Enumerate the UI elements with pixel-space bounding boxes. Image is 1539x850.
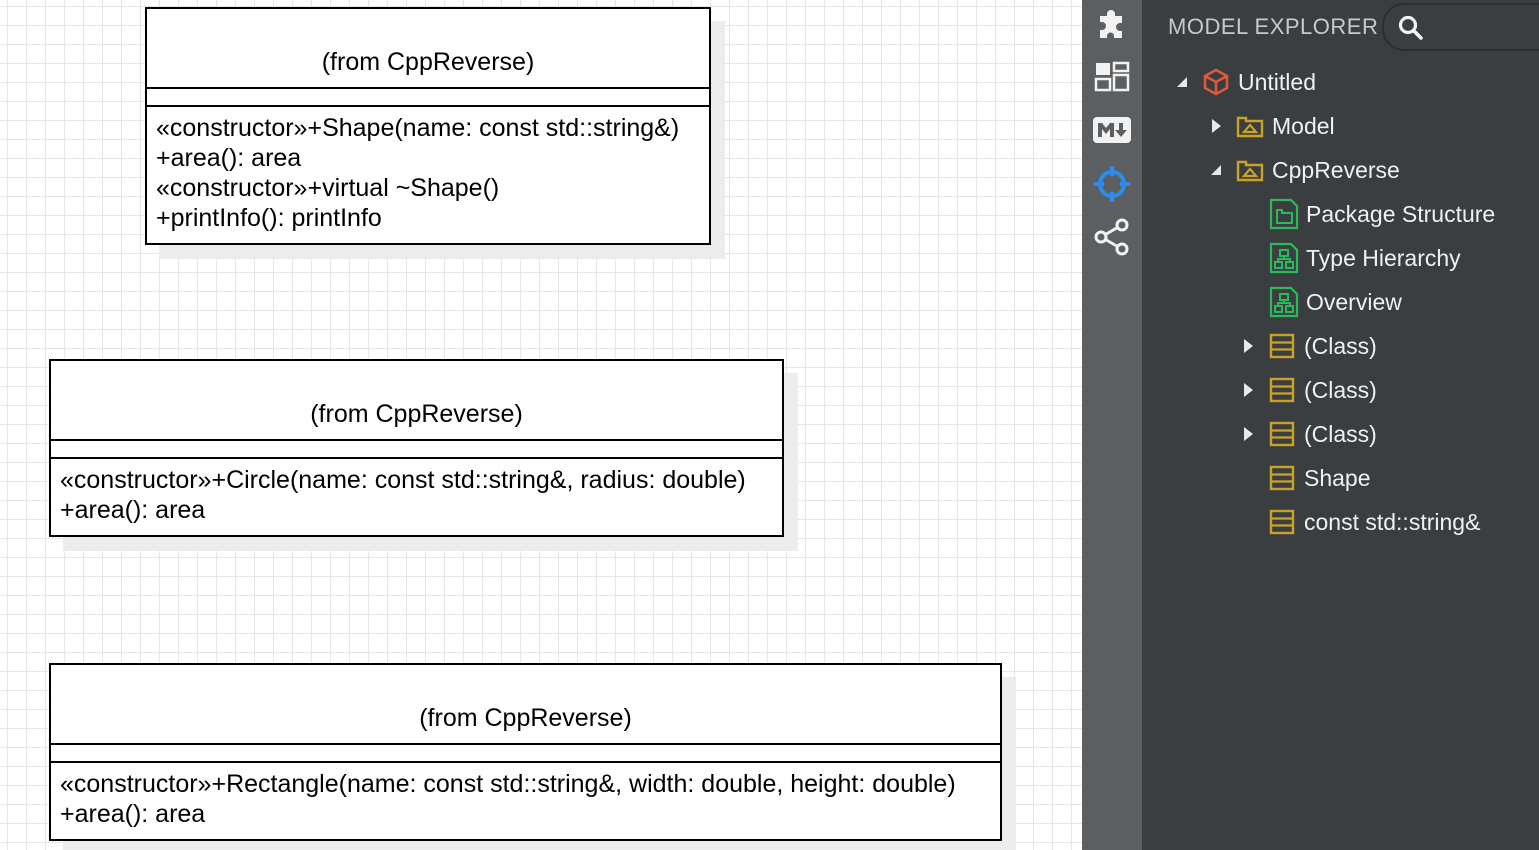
tree-item-type-hierarchy[interactable]: Type Hierarchy	[1268, 238, 1461, 278]
tree-item-label: Overview	[1306, 288, 1402, 315]
class-from-label: (from CppReverse)	[321, 48, 535, 76]
tree-item-label: Untitled	[1238, 68, 1316, 95]
panel-title: MODEL EXPLORER	[1168, 14, 1379, 39]
class-icon	[1266, 418, 1298, 450]
project-cube-icon	[1200, 66, 1232, 98]
tree-item-package-structure[interactable]: Package Structure	[1268, 194, 1495, 234]
class-from-label: (from CppReverse)	[310, 400, 523, 428]
attributes-compartment	[51, 745, 1000, 763]
operation[interactable]: +area(): area	[156, 143, 700, 173]
tree-item-label: Shape	[1304, 464, 1371, 491]
tree-item-class[interactable]: (Class)	[1236, 326, 1377, 366]
extensions-button[interactable]	[1092, 2, 1132, 42]
working-diagrams-button[interactable]	[1092, 57, 1132, 97]
tree-item-class[interactable]: (Class)	[1236, 414, 1377, 454]
operations-compartment: «constructor»+Circle(name: const std::st…	[51, 459, 782, 531]
puzzle-icon	[1100, 10, 1122, 38]
tree-item-label: (Class)	[1304, 376, 1377, 403]
class-name-compartment: (from CppReverse)	[147, 9, 709, 89]
tree-item-label: Package Structure	[1306, 200, 1496, 227]
collapsed-triangle-icon[interactable]	[1236, 378, 1260, 402]
tree-item-label: Type Hierarchy	[1306, 244, 1461, 271]
operation[interactable]: «constructor»+Circle(name: const std::st…	[60, 465, 773, 495]
tree-item-class[interactable]: (Class)	[1236, 370, 1377, 410]
tree-item-cppreverse[interactable]: CppReverse	[1204, 150, 1400, 190]
operation[interactable]: «constructor»+Rectangle(name: const std:…	[60, 769, 991, 799]
class-box-shape[interactable]: (from CppReverse) «constructor»+Shape(na…	[145, 7, 711, 245]
package-diagram-icon	[1268, 198, 1300, 230]
collapsed-triangle-icon[interactable]	[1236, 334, 1260, 358]
operation[interactable]: «constructor»+Shape(name: const std::str…	[156, 113, 700, 143]
activity-bar	[1082, 0, 1142, 850]
class-icon	[1266, 462, 1298, 494]
tree-item-overview[interactable]: Overview	[1268, 282, 1402, 322]
collapsed-triangle-icon[interactable]	[1236, 422, 1260, 446]
class-from-label: (from CppReverse)	[419, 704, 632, 732]
share-button[interactable]	[1092, 217, 1132, 257]
tree-item-label: (Class)	[1304, 332, 1377, 359]
dashboard-icon	[1094, 61, 1130, 92]
crosshair-icon	[1094, 166, 1130, 202]
attributes-compartment	[147, 89, 709, 107]
class-box-circle[interactable]: (from CppReverse) «constructor»+Circle(n…	[49, 359, 784, 537]
operation[interactable]: +area(): area	[60, 799, 991, 829]
tree-item-label: Model	[1272, 112, 1335, 139]
class-icon	[1266, 506, 1298, 538]
tree-item-const-std-string[interactable]: const std::string&	[1266, 502, 1480, 542]
attributes-compartment	[51, 441, 782, 459]
search-icon	[1398, 15, 1423, 40]
navigator-button[interactable]	[1092, 164, 1132, 204]
explorer-search-button[interactable]	[1382, 3, 1539, 51]
collapsed-triangle-icon[interactable]	[1204, 114, 1228, 138]
class-icon	[1266, 330, 1298, 362]
tree-item-label: CppReverse	[1272, 156, 1400, 183]
class-diagram-icon	[1268, 242, 1300, 274]
operation[interactable]: «constructor»+virtual ~Shape()	[156, 173, 700, 203]
tree-item-label: (Class)	[1304, 420, 1377, 447]
model-explorer-panel: MODEL EXPLORER Untitled Model CppReverse…	[1142, 0, 1539, 850]
tree-item-label: const std::string&	[1304, 508, 1481, 535]
tree-item-untitled[interactable]: Untitled	[1170, 62, 1316, 102]
operations-compartment: «constructor»+Shape(name: const std::str…	[147, 107, 709, 239]
package-icon	[1234, 110, 1266, 142]
share-icon	[1094, 218, 1129, 256]
diagram-canvas[interactable]: (from CppReverse) «constructor»+Shape(na…	[0, 0, 1082, 850]
markdown-button[interactable]	[1092, 110, 1132, 150]
operation[interactable]: +area(): area	[60, 495, 773, 525]
class-box-rectangle[interactable]: (from CppReverse) «constructor»+Rectangl…	[49, 663, 1002, 841]
package-icon	[1234, 154, 1266, 186]
expanded-triangle-icon[interactable]	[1204, 158, 1228, 182]
operations-compartment: «constructor»+Rectangle(name: const std:…	[51, 763, 1000, 835]
class-name-compartment: (from CppReverse)	[51, 665, 1000, 745]
class-icon	[1266, 374, 1298, 406]
tree-item-model[interactable]: Model	[1204, 106, 1335, 146]
expanded-triangle-icon[interactable]	[1170, 70, 1194, 94]
class-diagram-icon	[1268, 286, 1300, 318]
tree-item-shape[interactable]: Shape	[1266, 458, 1371, 498]
operation[interactable]: +printInfo(): printInfo	[156, 203, 700, 233]
markdown-icon	[1093, 117, 1131, 143]
class-name-compartment: (from CppReverse)	[51, 361, 782, 441]
